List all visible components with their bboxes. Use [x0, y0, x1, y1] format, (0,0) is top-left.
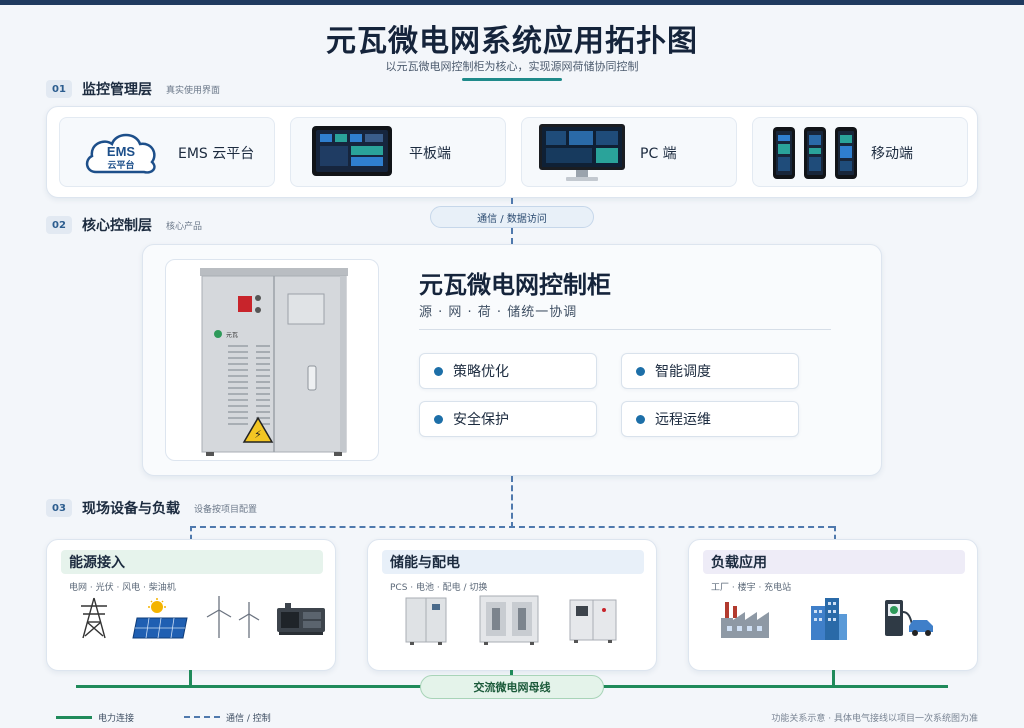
svg-text:元瓦: 元瓦 [226, 332, 238, 339]
charging-station-icon [885, 600, 933, 636]
control-cabinet-icon: 元瓦 ⚡ [200, 268, 348, 456]
feature-remote-ops[interactable]: 远程运维 [621, 401, 799, 437]
svg-text:EMS: EMS [107, 144, 136, 159]
ac-bus-label: 交流微电网母线 [420, 675, 604, 699]
layer-number: 01 [46, 80, 72, 98]
bullet-dot-icon [434, 366, 443, 376]
feature-strategy[interactable]: 策略优化 [419, 353, 597, 389]
title-underline [462, 78, 562, 81]
layer-number: 02 [46, 216, 72, 234]
cabinet-photo-frame: 元瓦 ⚡ [165, 259, 379, 461]
svg-text:云平台: 云平台 [107, 159, 134, 171]
building-icon [811, 598, 847, 640]
monitor-tile-tablet[interactable]: 平板端 [290, 117, 506, 187]
tile-label: EMS 云平台 [178, 146, 255, 162]
core-controller-card: 元瓦 ⚡ 元瓦微电网控制柜 源 · 网 · 荷 · 储统一协调 策略优化 智能调… [142, 244, 882, 476]
layer-name: 监控管理层 [82, 82, 152, 98]
field-card-energy: 能源接入 电网 · 光伏 · 风电 · 柴油机 [46, 539, 336, 671]
field-title: 能源接入 [61, 550, 323, 574]
layer-sub: 真实使用界面 [166, 85, 221, 96]
solar-panel-icon [132, 598, 188, 639]
bullet-dot-icon [434, 414, 443, 424]
diesel-generator-icon [277, 603, 325, 635]
control-link-branch [190, 526, 834, 528]
field-sub: PCS · 电池 · 配电 / 切换 [390, 583, 488, 593]
feature-label: 智能调度 [655, 364, 711, 380]
tile-label: PC 端 [640, 146, 677, 162]
feature-dispatch[interactable]: 智能调度 [621, 353, 799, 389]
layer-header-field: 03 现场设备与负载 设备按项目配置 [46, 498, 257, 518]
control-link-trunk [511, 476, 513, 528]
monitor-icon [539, 124, 625, 181]
legend-power-swatch [56, 716, 92, 719]
legend-comm-swatch [184, 716, 220, 718]
bullet-dot-icon [636, 414, 645, 424]
field-sub: 工厂 · 楼宇 · 充电站 [711, 583, 792, 593]
battery-cabinet-icon [479, 595, 539, 645]
power-tower-icon [81, 597, 107, 639]
core-subtitle: 源 · 网 · 荷 · 储统一协调 [419, 305, 578, 320]
layer-sub: 核心产品 [166, 221, 203, 232]
page-title: 元瓦微电网系统应用拓扑图 [326, 24, 698, 59]
legend-comm-label: 通信 / 控制 [226, 714, 271, 724]
control-link-right [834, 526, 836, 540]
feature-protection[interactable]: 安全保护 [419, 401, 597, 437]
diagram-footnote: 功能关系示意 · 具体电气接线以项目一次系统图为准 [771, 714, 978, 724]
control-link-left [190, 526, 192, 540]
layer-header-monitor: 01 监控管理层 真实使用界面 [46, 79, 220, 99]
top-accent-bar [0, 0, 1024, 5]
phone-icon [773, 127, 857, 179]
core-divider [419, 329, 831, 330]
bullet-dot-icon [636, 366, 645, 376]
field-card-load: 负载应用 工厂 · 楼宇 · 充电站 [688, 539, 978, 671]
tile-label: 移动端 [871, 146, 913, 162]
factory-icon [721, 602, 769, 638]
page-subtitle: 以元瓦微电网控制柜为核心，实现源网荷储协同控制 [385, 60, 639, 73]
feature-label: 远程运维 [655, 412, 711, 428]
tile-label: 平板端 [409, 146, 451, 162]
pcs-cabinet-icon [405, 597, 447, 645]
monitor-tile-ems[interactable]: EMS 云平台 EMS 云平台 [59, 117, 275, 187]
layer-number: 03 [46, 499, 72, 517]
wind-turbine-icon [206, 596, 260, 638]
comm-access-pill: 通信 / 数据访问 [430, 206, 594, 228]
feature-label: 策略优化 [453, 364, 509, 380]
feature-label: 安全保护 [453, 412, 509, 428]
distribution-cabinet-icon [569, 599, 617, 643]
field-card-storage: 储能与配电 PCS · 电池 · 配电 / 切换 [367, 539, 657, 671]
field-title: 储能与配电 [382, 550, 644, 574]
monitor-tile-pc[interactable]: PC 端 [521, 117, 737, 187]
legend-power-label: 电力连接 [98, 714, 135, 724]
svg-text:⚡: ⚡ [254, 428, 262, 441]
monitor-tile-mobile[interactable]: 移动端 [752, 117, 968, 187]
core-title: 元瓦微电网控制柜 [419, 271, 611, 299]
layer-header-core: 02 核心控制层 核心产品 [46, 215, 202, 235]
layer-name: 核心控制层 [82, 218, 152, 234]
layer-sub: 设备按项目配置 [194, 504, 258, 515]
monitor-layer-card: EMS 云平台 EMS 云平台 平板端 PC 端 移动端 [46, 106, 978, 198]
layer-name: 现场设备与负载 [82, 501, 180, 517]
ems-cloud-icon: EMS 云平台 [85, 133, 156, 174]
tablet-icon [312, 126, 392, 176]
field-title: 负载应用 [703, 550, 965, 574]
field-sub: 电网 · 光伏 · 风电 · 柴油机 [69, 583, 176, 593]
